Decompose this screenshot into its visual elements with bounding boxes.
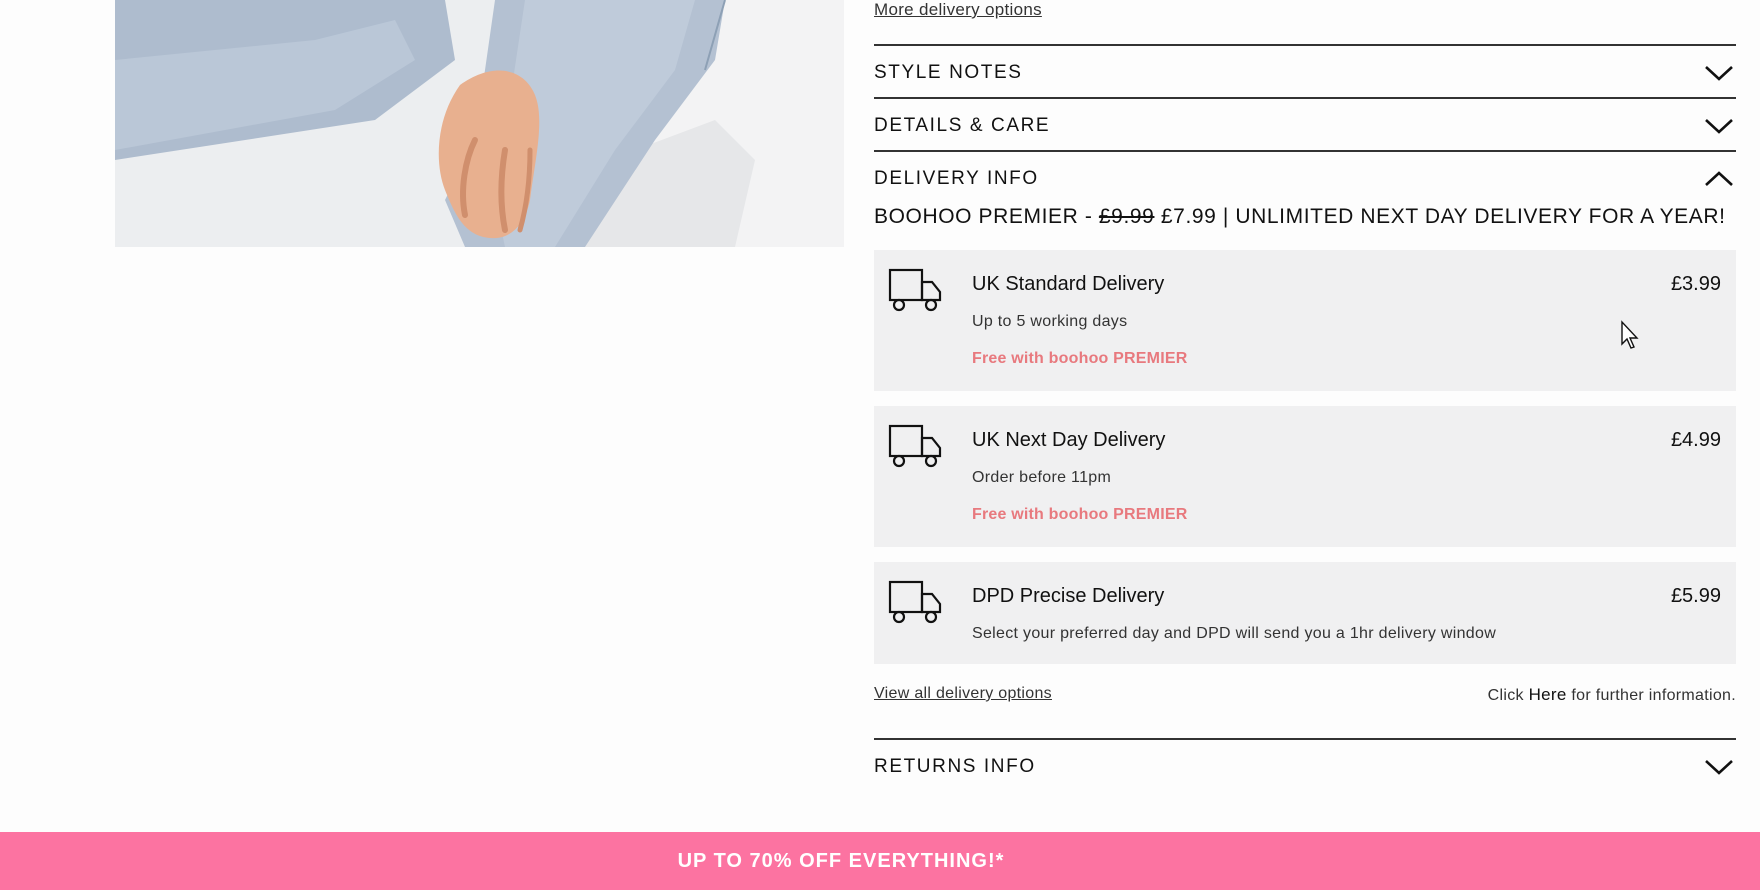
premier-prefix: BOOHOO PREMIER - xyxy=(874,205,1099,228)
delivery-option-title: UK Next Day Delivery xyxy=(972,429,1166,451)
chevron-up-icon xyxy=(1705,170,1733,186)
delivery-option-subtitle: Up to 5 working days xyxy=(972,313,1128,330)
further-suffix: for further information. xyxy=(1566,687,1736,704)
premier-new-price: £7.99 xyxy=(1160,205,1217,228)
truck-icon xyxy=(888,580,942,624)
delivery-option-title: DPD Precise Delivery xyxy=(972,585,1165,607)
premier-old-price: £9.99 xyxy=(1098,205,1155,228)
further-prefix: Click xyxy=(1487,687,1529,704)
premier-banner: BOOHOO PREMIER - £9.99 £7.99 | UNLIMITED… xyxy=(874,205,1726,229)
mouse-cursor-icon xyxy=(1621,320,1639,349)
delivery-option-premier-note: Free with boohoo PREMIER xyxy=(972,506,1188,523)
promo-text: UP TO 70% OFF EVERYTHING!* xyxy=(677,849,1005,872)
premier-suffix: | UNLIMITED NEXT DAY DELIVERY FOR A YEAR… xyxy=(1216,205,1726,228)
accordion-returns-info[interactable]: RETURNS INFO xyxy=(874,738,1736,793)
truck-icon xyxy=(888,424,942,468)
accordion-title: DETAILS & CARE xyxy=(874,114,1051,136)
accordion-delivery-info[interactable]: DELIVERY INFO xyxy=(874,150,1736,205)
delivery-option-price: £5.99 xyxy=(1670,585,1721,607)
delivery-option-card: UK Standard Delivery £3.99 Up to 5 worki… xyxy=(874,250,1736,391)
chevron-down-icon xyxy=(1705,65,1733,81)
delivery-option-title: UK Standard Delivery xyxy=(972,273,1165,295)
delivery-option-card: DPD Precise Delivery £5.99 Select your p… xyxy=(874,562,1736,664)
delivery-option-subtitle: Order before 11pm xyxy=(972,469,1112,486)
view-all-delivery-options-link[interactable]: View all delivery options xyxy=(874,685,1052,703)
delivery-option-price: £4.99 xyxy=(1670,429,1721,451)
delivery-option-price: £3.99 xyxy=(1670,273,1721,295)
accordion-details-care[interactable]: DETAILS & CARE xyxy=(874,97,1736,152)
delivery-option-premier-note: Free with boohoo PREMIER xyxy=(972,350,1188,367)
further-information-text: Click Here for further information. xyxy=(1488,685,1736,705)
accordion-title: STYLE NOTES xyxy=(874,61,1023,83)
accordion-title: DELIVERY INFO xyxy=(874,167,1039,189)
chevron-down-icon xyxy=(1705,759,1733,775)
product-image xyxy=(115,0,844,247)
more-delivery-options-link[interactable]: More delivery options xyxy=(874,0,1042,20)
chevron-down-icon xyxy=(1705,118,1733,134)
delivery-option-subtitle: Select your preferred day and DPD will s… xyxy=(972,625,1497,642)
accordion-style-notes[interactable]: STYLE NOTES xyxy=(874,44,1736,99)
here-link[interactable]: Here xyxy=(1529,685,1567,704)
product-photo-illustration xyxy=(115,0,844,247)
accordion-title: RETURNS INFO xyxy=(874,755,1036,777)
truck-icon xyxy=(888,268,942,312)
delivery-option-card: UK Next Day Delivery £4.99 Order before … xyxy=(874,406,1736,547)
promo-bar[interactable]: UP TO 70% OFF EVERYTHING!* xyxy=(0,832,1760,890)
